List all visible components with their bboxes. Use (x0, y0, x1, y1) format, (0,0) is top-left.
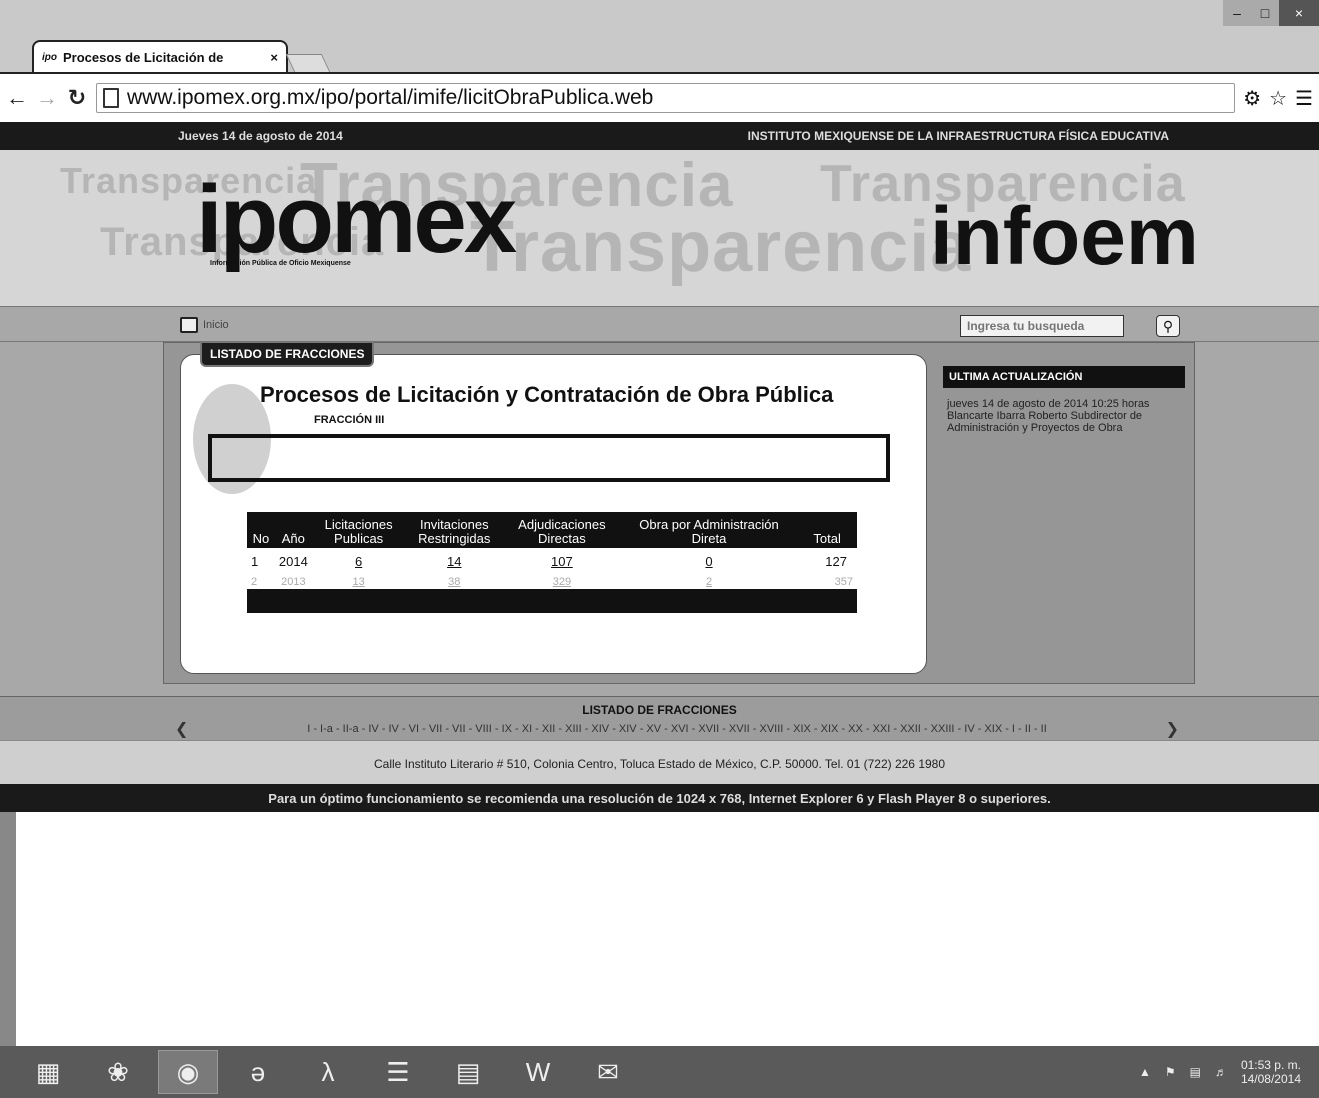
col-header: Licitaciones Publicas (311, 512, 406, 548)
last-update-heading: ULTIMA ACTUALIZACIÓN (943, 366, 1185, 388)
window-close-button[interactable]: × (1279, 0, 1319, 26)
paint-icon[interactable]: ❀ (88, 1050, 148, 1094)
cell-obra-link[interactable]: 2 (621, 575, 798, 589)
cell-licitaciones-link[interactable]: 13 (312, 575, 406, 589)
browser-tab[interactable]: ipo Procesos de Licitación de × (32, 40, 288, 72)
clock[interactable]: 01:53 p. m. 14/08/2014 (1241, 1058, 1301, 1086)
menu-icon[interactable]: ☰ (1295, 86, 1313, 111)
col-header: Adjudicaciones Directas (503, 512, 621, 548)
clock-time: 01:53 p. m. (1240, 1058, 1301, 1072)
cell-invitaciones-link[interactable]: 38 (405, 575, 503, 589)
institution-name: INSTITUTO MEXIQUENSE DE LA INFRAESTRUCTU… (747, 129, 1169, 143)
next-arrow-icon[interactable]: ❯ (1166, 719, 1179, 739)
footer-recommendation: Para un óptimo funcionamiento se recomie… (0, 784, 1319, 812)
infoem-logo[interactable]: infoem (930, 196, 1199, 278)
current-date: Jueves 14 de agosto de 2014 (178, 129, 343, 143)
back-icon[interactable]: ← (6, 85, 28, 111)
cell-no: 1 (251, 554, 259, 569)
favicon-icon: ipo (42, 51, 57, 63)
calculator-icon[interactable]: ▦ (18, 1050, 78, 1094)
tab-close-icon[interactable]: × (270, 50, 278, 65)
table-row: 2 2013 13 38 329 2 357 (247, 575, 857, 589)
translate-icon[interactable]: ⚙ (1243, 86, 1261, 111)
table-header-row: No Año Licitaciones Publicas Invitacione… (247, 512, 857, 548)
col-header: No (247, 512, 275, 548)
address-bar[interactable]: www.ipomex.org.mx/ipo/portal/imife/licit… (96, 83, 1236, 113)
reload-icon[interactable]: ↻ (66, 85, 88, 111)
cell-licitaciones-link[interactable]: 6 (312, 548, 406, 575)
last-update-date: jueves 14 de agosto de 2014 10:25 horas (947, 398, 1150, 410)
contracts-table: No Año Licitaciones Publicas Invitacione… (247, 512, 857, 613)
forward-icon[interactable]: → (36, 85, 58, 111)
table-footer-row (247, 589, 857, 613)
volume-icon[interactable]: ♬ (1215, 1065, 1227, 1079)
network-icon[interactable]: ▤ (1190, 1065, 1201, 1079)
explorer-icon[interactable]: ☰ (368, 1050, 428, 1094)
folder-icon[interactable]: ▤ (438, 1050, 498, 1094)
cell-no: 2 (251, 576, 258, 588)
ipomex-logo[interactable]: ipomex Información Pública de Oficio Mex… (196, 172, 517, 268)
tab-title: Procesos de Licitación de (63, 49, 224, 65)
ie-icon[interactable]: ə (228, 1050, 288, 1094)
clock-date: 14/08/2014 (1240, 1072, 1301, 1086)
fracciones-bar: LISTADO DE FRACCIONES ❮ I - I-a - II-a -… (0, 696, 1319, 740)
col-header: Invitaciones Restringidas (405, 512, 504, 548)
browser-chrome: ipo Procesos de Licitación de × – □ × ← … (0, 0, 1319, 122)
col-header: Total (797, 512, 857, 548)
page-subtitle: FRACCIÓN III (314, 414, 385, 426)
cell-adjudicaciones-link[interactable]: 329 (503, 575, 621, 589)
search-input[interactable] (960, 315, 1124, 337)
footer-address: Calle Instituto Literario # 510, Colonia… (0, 740, 1319, 784)
windows-taskbar: ▦ ❀ ◉ ə λ ☰ ▤ W ✉ ▲ ⚑ ▤ ♬ 01:53 p. m. 14… (0, 1046, 1319, 1098)
card-tab-label[interactable]: LISTADO DE FRACCIONES (200, 341, 375, 367)
search-icon[interactable]: ⚲ (1156, 315, 1180, 337)
web-page: Jueves 14 de agosto de 2014 INSTITUTO ME… (0, 122, 1319, 812)
watermark-text: Transparencia (470, 207, 972, 287)
col-header: Obra por Administración Direta (620, 512, 798, 548)
maximize-button[interactable]: □ (1251, 0, 1279, 26)
home-icon[interactable] (180, 317, 198, 333)
acrobat-icon[interactable]: λ (298, 1050, 358, 1094)
top-info-bar: Jueves 14 de agosto de 2014 INSTITUTO ME… (0, 122, 1319, 150)
browser-toolbar: ← → ↻ www.ipomex.org.mx/ipo/portal/imife… (0, 72, 1319, 122)
home-link[interactable]: Inicio (203, 319, 229, 331)
cell-obra-link[interactable]: 0 (621, 548, 798, 575)
cell-adjudicaciones-link[interactable]: 107 (503, 548, 621, 575)
side-watermark (1194, 342, 1319, 696)
new-tab-button[interactable] (285, 54, 331, 72)
url-text: www.ipomex.org.mx/ipo/portal/imife/licit… (127, 86, 654, 109)
page-icon (103, 88, 119, 108)
word-icon[interactable]: W (508, 1050, 568, 1094)
last-update-author: Blancarte Ibarra Roberto Subdirector de … (947, 410, 1143, 434)
page-title: Procesos de Licitación y Contratación de… (260, 382, 834, 407)
cell-total: 127 (825, 554, 847, 569)
cell-invitaciones-link[interactable]: 14 (405, 548, 503, 575)
system-tray: ▲ ⚑ ▤ ♬ 01:53 p. m. 14/08/2014 (1139, 1058, 1301, 1086)
last-update-panel: ULTIMA ACTUALIZACIÓN jueves 14 de agosto… (943, 366, 1185, 444)
site-menubar: Inicio ⚲ (0, 306, 1319, 342)
minimize-button[interactable]: – (1223, 0, 1251, 26)
fracciones-links[interactable]: I - I-a - II-a - IV - IV - VI - VII - VI… (307, 723, 1047, 735)
prev-arrow-icon[interactable]: ❮ (175, 719, 188, 739)
header-banner: Transparencia Transparencia Transparenci… (0, 150, 1319, 306)
window-controls: – □ × (1223, 0, 1319, 26)
cell-year: 2014 (278, 554, 308, 569)
fracciones-title: LISTADO DE FRACCIONES (582, 703, 737, 717)
table-row: 1 2014 6 14 107 0 127 (247, 548, 857, 575)
bookmark-star-icon[interactable]: ☆ (1269, 86, 1287, 111)
col-header: Año (274, 512, 312, 548)
flag-icon[interactable]: ⚑ (1165, 1065, 1176, 1079)
side-watermark (0, 342, 160, 696)
tray-arrow-icon[interactable]: ▲ (1139, 1065, 1151, 1079)
cell-year: 2013 (281, 576, 306, 588)
content-zone: LISTADO DE FRACCIONES Procesos de Licita… (0, 341, 1319, 696)
chrome-icon[interactable]: ◉ (158, 1050, 218, 1094)
mail-icon[interactable]: ✉ (578, 1050, 638, 1094)
cell-total: 357 (834, 576, 853, 588)
